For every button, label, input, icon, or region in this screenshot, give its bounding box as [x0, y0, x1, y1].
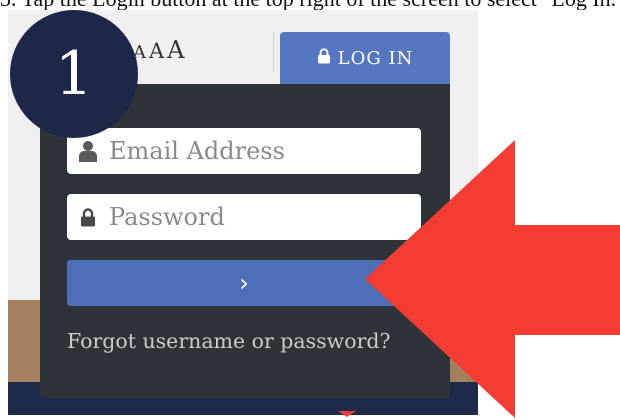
- chevron-right-icon: ›: [239, 269, 249, 297]
- forgot-credentials-link[interactable]: Forgot username or password?: [67, 329, 390, 353]
- login-tab-label: LOG IN: [337, 47, 414, 69]
- step-number: 1: [54, 39, 94, 109]
- font-size-large-button[interactable]: A: [167, 36, 184, 64]
- arrow-tip-icon: [338, 411, 356, 417]
- user-icon: [67, 140, 109, 162]
- font-size-selector: A A A: [133, 36, 185, 66]
- instruction-caption: 3. Tap the Login button at the top right…: [0, 0, 620, 10]
- font-size-medium-button[interactable]: A: [149, 39, 164, 63]
- login-tab-button[interactable]: LOG IN: [280, 32, 450, 84]
- header-divider: [273, 32, 274, 72]
- pointer-arrow-icon: [365, 140, 620, 418]
- lock-icon: [317, 47, 331, 69]
- step-number-badge: 1: [10, 10, 138, 138]
- lock-icon: [67, 207, 109, 227]
